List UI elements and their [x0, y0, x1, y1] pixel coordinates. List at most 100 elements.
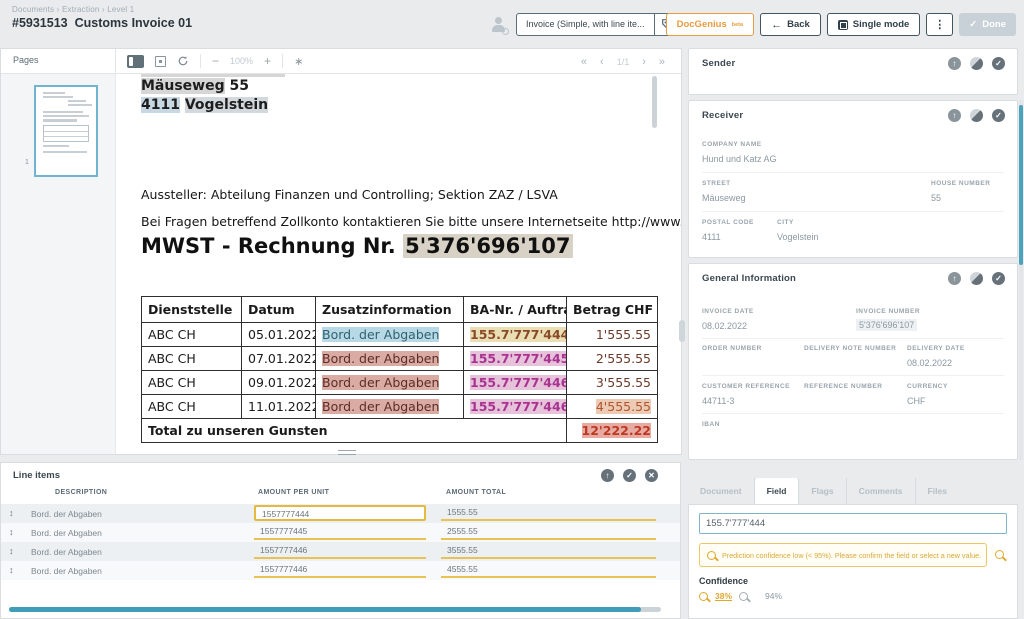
confirm-section-icon[interactable]: ✓	[992, 272, 1005, 285]
right-panel-scrollbar[interactable]	[1019, 100, 1023, 460]
street-field[interactable]: Mäuseweg	[702, 193, 746, 203]
done-button[interactable]: ✓ Done	[959, 13, 1016, 36]
cell-ba-nr[interactable]: 155.7'777'446	[464, 371, 567, 395]
city-field[interactable]: Vogelstein	[777, 232, 819, 242]
cell-dienststelle[interactable]: ABC CH	[142, 323, 242, 347]
cell-betrag[interactable]: 2'555.55	[567, 347, 658, 371]
confirm-section-icon[interactable]: ✓	[992, 57, 1005, 70]
cell-betrag[interactable]: 3'555.55	[567, 371, 658, 395]
doc-contact-line[interactable]: Bei Fragen betreffend Zollkonto kontakti…	[141, 214, 681, 229]
zoom-in-button[interactable]: +	[264, 56, 271, 66]
invoice-date-field[interactable]: 08.02.2022	[702, 321, 747, 331]
sidebar-toggle-icon[interactable]	[127, 55, 144, 68]
scrollbar-thumb[interactable]	[1019, 105, 1023, 265]
layout-select[interactable]: Invoice (Simple, with line ite...	[516, 13, 681, 36]
last-page-button[interactable]: »	[659, 56, 665, 68]
vertical-resize-handle[interactable]	[679, 320, 685, 342]
cell-ba-nr[interactable]: 155.7'777'446	[464, 395, 567, 419]
cell-datum[interactable]: 11.01.2022	[242, 395, 316, 419]
autofill-icon[interactable]	[970, 272, 983, 285]
autofill-icon[interactable]	[970, 109, 983, 122]
annotations-icon[interactable]: ∗	[294, 55, 303, 68]
drag-handle-icon[interactable]: ↕	[9, 546, 14, 556]
cell-zusatzinformation[interactable]: Bord. der Abgaben	[316, 371, 464, 395]
back-button[interactable]: ← Back	[760, 13, 821, 36]
line-item-amount-per-unit[interactable]: 1557777444	[254, 505, 426, 521]
total-value[interactable]: 12'222.22	[567, 419, 658, 443]
line-item-description[interactable]: Bord. der Abgaben	[31, 547, 102, 557]
collapse-icon[interactable]: ↑	[948, 57, 961, 70]
field-value-input[interactable]	[699, 513, 1007, 534]
prev-page-button[interactable]: ‹	[600, 56, 604, 68]
zoom-out-button[interactable]: −	[212, 56, 219, 66]
line-item-amount-total[interactable]: 4555.55	[441, 562, 656, 578]
clear-all-icon[interactable]: ✕	[645, 469, 658, 482]
cell-zusatzinformation[interactable]: Bord. der Abgaben	[316, 323, 464, 347]
house-number-field[interactable]: 55	[931, 193, 941, 203]
magnifier-action-icon[interactable]	[995, 550, 1004, 559]
canvas-scrollbar[interactable]	[652, 76, 657, 128]
tab-field[interactable]: Field	[755, 478, 800, 504]
line-item-amount-per-unit[interactable]: 1557777446	[254, 562, 426, 578]
line-item-amount-per-unit[interactable]: 1557777446	[254, 543, 426, 559]
doc-address-company[interactable]: Hund und Katz AG	[141, 74, 285, 77]
confidence-primary-value[interactable]: 38%	[715, 591, 732, 601]
doc-issuer-line[interactable]: Aussteller: Abteilung Finanzen und Contr…	[141, 187, 558, 202]
cell-zusatzinformation[interactable]: Bord. der Abgaben	[316, 347, 464, 371]
line-item-description[interactable]: Bord. der Abgaben	[31, 566, 102, 576]
magnifier-secondary-icon[interactable]	[739, 592, 748, 601]
fit-to-page-icon[interactable]	[155, 56, 166, 67]
collapse-icon[interactable]: ↑	[948, 109, 961, 122]
single-mode-button[interactable]: Single mode	[827, 13, 920, 36]
tab-comments[interactable]: Comments	[847, 478, 916, 504]
line-item-amount-total[interactable]: 3555.55	[441, 543, 656, 559]
customer-reference-field[interactable]: 44711-3	[702, 396, 734, 406]
tab-document[interactable]: Document	[688, 478, 755, 504]
drag-handle-icon[interactable]: ↕	[9, 565, 14, 575]
line-item-amount-total[interactable]: 1555.55	[441, 505, 656, 521]
cell-datum[interactable]: 09.01.2022	[242, 371, 316, 395]
line-item-description[interactable]: Bord. der Abgaben	[31, 509, 102, 519]
confirm-all-icon[interactable]: ✓	[623, 469, 636, 482]
doc-invoice-heading[interactable]: MWST - Rechnung Nr. 5'376'696'107	[141, 234, 573, 258]
cell-dienststelle[interactable]: ABC CH	[142, 347, 242, 371]
page-thumbnail[interactable]	[34, 85, 98, 177]
delivery-date-field[interactable]: 08.02.2022	[907, 358, 952, 368]
magnifier-primary-icon[interactable]	[699, 592, 708, 601]
more-options-button[interactable]: ⋮	[926, 13, 953, 36]
doc-address-city[interactable]: 4111 Vogelstein	[141, 97, 268, 113]
invoice-number-field[interactable]: 5'376'696'107	[856, 320, 917, 330]
line-items-scrollbar[interactable]	[9, 607, 661, 612]
cell-betrag[interactable]: 4'555.55	[567, 395, 658, 419]
first-page-button[interactable]: «	[581, 56, 587, 68]
currency-field[interactable]: CHF	[907, 396, 926, 406]
cell-betrag[interactable]: 1'555.55	[567, 323, 658, 347]
cell-dienststelle[interactable]: ABC CH	[142, 395, 242, 419]
breadcrumb[interactable]: Documents › Extraction › Level 1	[12, 5, 134, 14]
drag-handle-icon[interactable]: ↕	[9, 508, 14, 518]
postal-code-field[interactable]: 4111	[702, 232, 721, 242]
cell-ba-nr[interactable]: 155.7'777'444	[464, 323, 567, 347]
cell-datum[interactable]: 05.01.2022	[242, 323, 316, 347]
tab-files[interactable]: Files	[916, 478, 959, 504]
refresh-icon[interactable]	[177, 55, 189, 67]
confirm-section-icon[interactable]: ✓	[992, 109, 1005, 122]
docgenius-button[interactable]: DocGeniusbeta	[666, 13, 754, 36]
cell-ba-nr[interactable]: 155.7'777'445	[464, 347, 567, 371]
collapse-icon[interactable]: ↑	[948, 272, 961, 285]
scrollbar-thumb[interactable]	[9, 607, 641, 612]
line-item-amount-total[interactable]: 2555.55	[441, 524, 656, 540]
cell-datum[interactable]: 07.01.2022	[242, 347, 316, 371]
doc-invoice-number[interactable]: 5'376'696'107	[403, 234, 572, 258]
line-item-amount-per-unit[interactable]: 1557777445	[254, 524, 426, 540]
assignee-icon[interactable]	[491, 17, 506, 32]
doc-address-street[interactable]: Mäuseweg 55	[141, 78, 249, 94]
cell-zusatzinformation[interactable]: Bord. der Abgaben	[316, 395, 464, 419]
autofill-icon[interactable]	[970, 57, 983, 70]
collapse-icon[interactable]: ↑	[601, 469, 614, 482]
line-item-description[interactable]: Bord. der Abgaben	[31, 528, 102, 538]
document-canvas[interactable]: Hund und Katz AG Mäuseweg 55 4111 Vogels…	[116, 74, 681, 454]
company-name-field[interactable]: Hund und Katz AG	[702, 154, 777, 164]
next-page-button[interactable]: ›	[642, 56, 646, 68]
tab-flags[interactable]: Flags	[799, 478, 846, 504]
